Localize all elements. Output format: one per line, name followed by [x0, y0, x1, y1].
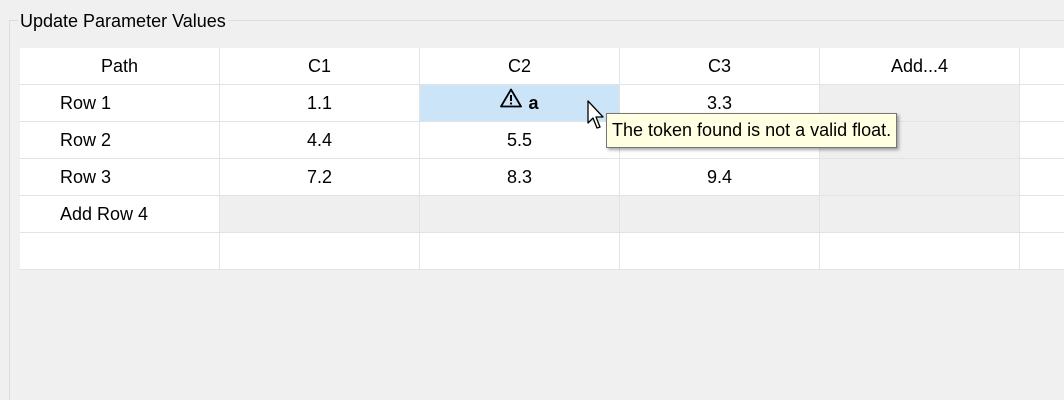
row-label[interactable] [20, 233, 220, 269]
cell-c1[interactable]: 7.2 [220, 159, 420, 195]
column-header-path[interactable]: Path [20, 48, 220, 84]
cell-c2[interactable]: 8.3 [420, 159, 620, 195]
column-header-c3[interactable]: C3 [620, 48, 820, 84]
cell-add[interactable] [820, 196, 1020, 232]
row-label[interactable]: Row 2 [20, 122, 220, 158]
empty-row [20, 233, 1064, 270]
cell-c3[interactable] [620, 233, 820, 269]
cell-c2[interactable] [420, 196, 620, 232]
table-row: Row 1 1.1 a 3.3 [20, 85, 1064, 122]
cell-c1[interactable] [220, 196, 420, 232]
table-row: Row 3 7.2 8.3 9.4 [20, 159, 1064, 196]
row-filler [1020, 122, 1064, 158]
column-header-c2[interactable]: C2 [420, 48, 620, 84]
parameter-grid[interactable]: Path C1 C2 C3 Add...4 Row 1 1.1 a 3.3 Ro… [20, 48, 1064, 270]
cell-c3[interactable] [620, 196, 820, 232]
table-row: Row 2 4.4 5.5 6.1 [20, 122, 1064, 159]
header-filler [1020, 48, 1064, 84]
row-filler [1020, 196, 1064, 232]
cell-c1[interactable]: 1.1 [220, 85, 420, 121]
column-header-c1[interactable]: C1 [220, 48, 420, 84]
row-label[interactable]: Row 1 [20, 85, 220, 121]
cell-c2[interactable] [420, 233, 620, 269]
mouse-pointer-icon [587, 100, 607, 135]
cell-c3[interactable]: 9.4 [620, 159, 820, 195]
row-filler [1020, 159, 1064, 195]
cell-c1[interactable] [220, 233, 420, 269]
cell-add[interactable] [820, 159, 1020, 195]
row-filler [1020, 85, 1064, 121]
group-title: Update Parameter Values [18, 9, 228, 33]
header-row: Path C1 C2 C3 Add...4 [20, 48, 1064, 85]
add-row-label[interactable]: Add Row 4 [20, 196, 220, 232]
column-header-add[interactable]: Add...4 [820, 48, 1020, 84]
row-filler [1020, 233, 1064, 269]
cell-add[interactable] [820, 233, 1020, 269]
error-tooltip: The token found is not a valid float. [606, 113, 898, 148]
cell-c2-value: a [528, 93, 539, 113]
row-label[interactable]: Row 3 [20, 159, 220, 195]
cell-c1[interactable]: 4.4 [220, 122, 420, 158]
add-row: Add Row 4 [20, 196, 1064, 233]
warning-icon [500, 85, 523, 120]
